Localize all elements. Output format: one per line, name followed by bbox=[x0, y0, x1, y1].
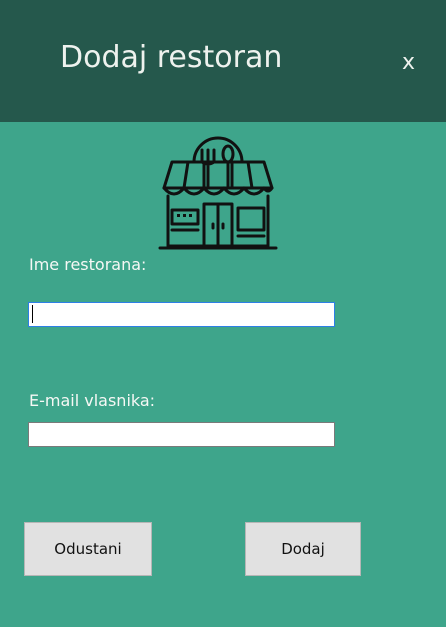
restaurant-name-label: Ime restorana: bbox=[29, 255, 147, 274]
restaurant-storefront-icon bbox=[158, 136, 278, 250]
owner-email-input[interactable] bbox=[28, 422, 335, 447]
add-button[interactable]: Dodaj bbox=[245, 522, 361, 576]
close-button[interactable]: x bbox=[402, 51, 415, 75]
title-bar: Dodaj restoran x bbox=[0, 0, 446, 122]
cancel-button[interactable]: Odustani bbox=[24, 522, 152, 576]
add-restaurant-dialog: Dodaj restoran x Ime restorana: E-mail v… bbox=[0, 0, 446, 627]
text-caret bbox=[32, 305, 33, 323]
dialog-title: Dodaj restoran bbox=[60, 40, 283, 75]
owner-email-label: E-mail vlasnika: bbox=[29, 391, 156, 410]
restaurant-name-input[interactable] bbox=[28, 302, 335, 327]
